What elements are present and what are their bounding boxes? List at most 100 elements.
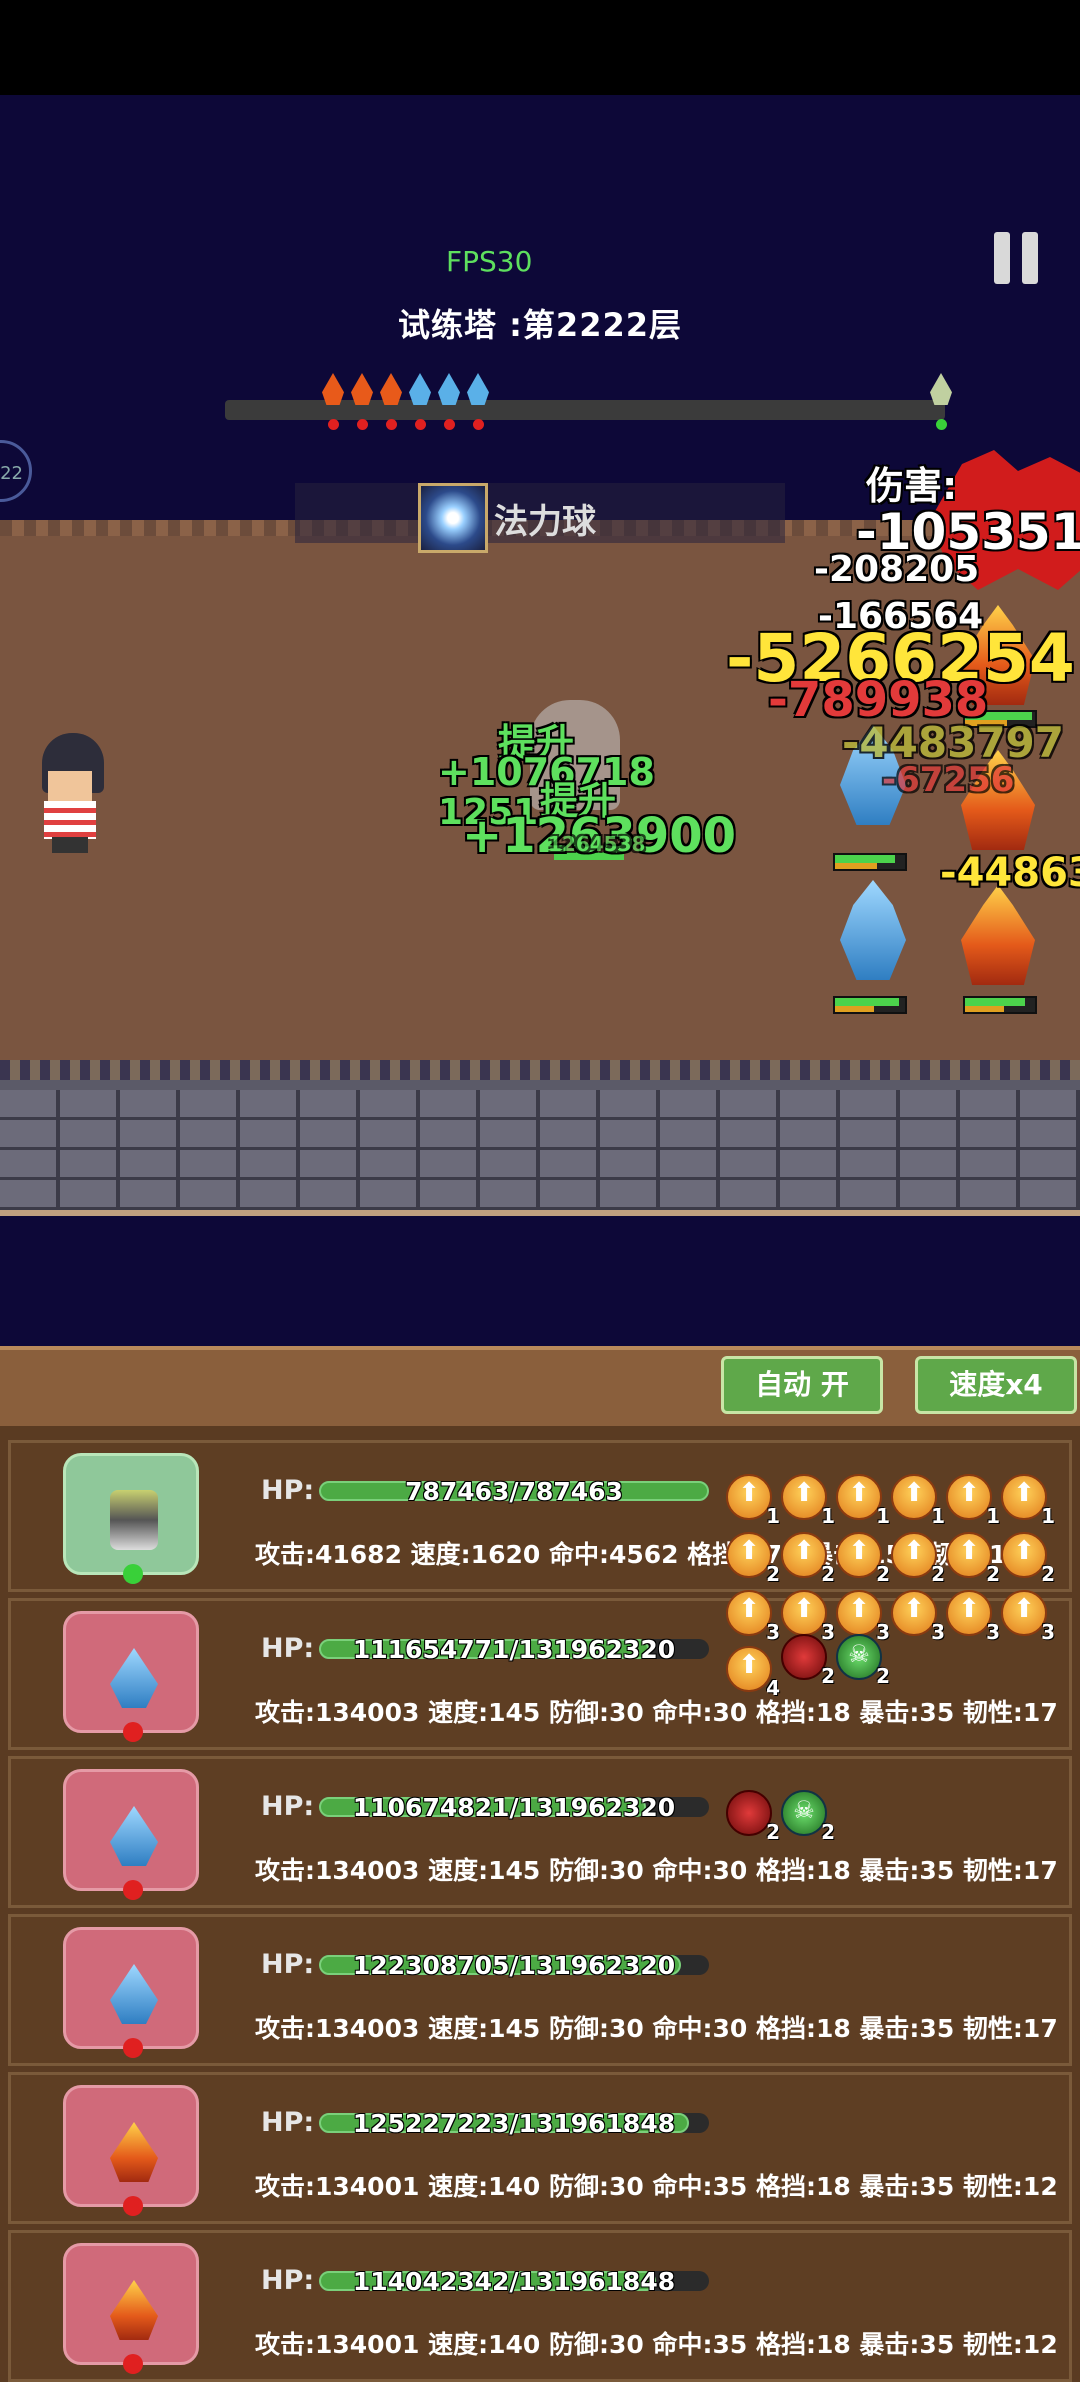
enemy-hp-bar: [833, 853, 907, 871]
unit-portrait[interactable]: [63, 2085, 199, 2216]
attack-up-buff-icon: 2: [726, 1532, 780, 1586]
heal-number: 1264538: [548, 832, 646, 856]
attack-up-buff-icon: 1: [891, 1474, 945, 1528]
unit-row[interactable]: HP: 110674821/131962320 攻击:134003 速度:145 防…: [8, 1756, 1072, 1908]
lower-background: [0, 1216, 1080, 1346]
hp-label: HP:: [261, 1633, 315, 1664]
attack-up-buff-icon: 2: [946, 1532, 1000, 1586]
buff-stack-count: 2: [1041, 1562, 1055, 1586]
hp-value: 122308705/131962320: [352, 1951, 676, 1980]
hp-value: 114042342/131961848: [352, 2267, 676, 2296]
hp-label: HP:: [261, 1475, 315, 1506]
buff-stack-count: 2: [821, 1820, 835, 1844]
bleed-debuff-icon: 2: [781, 1634, 835, 1688]
attack-up-buff-icon: 1: [726, 1474, 780, 1528]
wall-bricks: [0, 1090, 1080, 1210]
buff-stack-count: 3: [821, 1620, 835, 1644]
unit-portrait[interactable]: [63, 2243, 199, 2374]
buff-stack-count: 2: [766, 1562, 780, 1586]
unit-stats: 攻击:134003 速度:145 防御:30 命中:30 格挡:18 暴击:35…: [255, 1856, 1058, 1885]
buff-stack-count: 2: [821, 1562, 835, 1586]
buff-stack-count: 1: [1041, 1504, 1055, 1528]
buff-stack-count: 3: [986, 1620, 1000, 1644]
ice-marker-icon: [465, 369, 491, 430]
buff-stack-count: 1: [876, 1504, 890, 1528]
attack-up-buff-icon: 1: [781, 1474, 835, 1528]
attack-up-buff-icon: 3: [946, 1590, 1000, 1644]
attack-up-buff-icon: 2: [891, 1532, 945, 1586]
attack-up-buff-icon: 3: [836, 1590, 890, 1644]
hp-label: HP:: [261, 1791, 315, 1822]
damage-number: -44863: [940, 850, 1080, 896]
skill-name: 法力球: [494, 502, 596, 542]
buff-stack-count: 2: [931, 1562, 945, 1586]
fire-enemy-sprite: [953, 885, 1043, 995]
unit-portrait[interactable]: [63, 1611, 199, 1742]
status-dot: [123, 1564, 143, 1584]
buff-stack-count: 1: [766, 1504, 780, 1528]
attack-up-buff-icon: 2: [836, 1532, 890, 1586]
fire-marker-icon: [349, 369, 375, 430]
buff-stack-count: 1: [931, 1504, 945, 1528]
hp-label: HP:: [261, 1949, 315, 1980]
ice-marker-icon: [407, 369, 433, 430]
buff-stack-count: 2: [821, 1664, 835, 1688]
unit-row[interactable]: HP: 122308705/131962320 攻击:134003 速度:145 防…: [8, 1914, 1072, 2066]
damage-number: -67256: [882, 760, 1015, 800]
ice-enemy-sprite: [828, 880, 918, 990]
poison-debuff-icon: 2: [836, 1634, 890, 1688]
buff-stack-count: 3: [766, 1620, 780, 1644]
pause-icon: [994, 232, 1010, 284]
buff-stack-count: 4: [766, 1676, 780, 1700]
damage-label: 伤害:: [866, 464, 958, 508]
buff-stack-count: 1: [986, 1504, 1000, 1528]
attack-up-buff-icon: 3: [781, 1590, 835, 1644]
fire-marker-icon: [378, 369, 404, 430]
pause-button[interactable]: [994, 232, 1040, 284]
unit-portrait[interactable]: [63, 1769, 199, 1900]
unit-portrait[interactable]: [63, 1453, 199, 1584]
hp-value: 125227223/131961848: [352, 2109, 676, 2138]
attack-up-buff-icon: 4: [726, 1646, 780, 1700]
buff-stack-count: 3: [1041, 1620, 1055, 1644]
unit-row[interactable]: HP: 125227223/131961848 攻击:134001 速度:140 防…: [8, 2072, 1072, 2224]
damage-number: -208205: [814, 549, 980, 590]
unit-stats: 攻击:134003 速度:145 防御:30 命中:30 格挡:18 暴击:35…: [255, 2014, 1058, 2043]
speed-button[interactable]: 速度x4: [915, 1356, 1077, 1414]
buff-stack-count: 2: [876, 1562, 890, 1586]
enemy-hp-bar: [963, 996, 1037, 1014]
ice-marker-icon: [436, 369, 462, 430]
buff-stack-count: 2: [766, 1820, 780, 1844]
attack-up-buff-icon: 3: [1001, 1590, 1055, 1644]
unit-portrait[interactable]: [63, 1927, 199, 2058]
hp-label: HP:: [261, 2107, 315, 2138]
unit-stats: 攻击:134001 速度:140 防御:30 命中:35 格挡:18 暴击:35…: [255, 2330, 1058, 2359]
auto-battle-toggle[interactable]: 自动 开: [721, 1356, 883, 1414]
wall-top: [0, 1060, 1080, 1080]
mana-ball-skill-icon: [418, 483, 488, 553]
attack-up-buff-icon: 2: [1001, 1532, 1055, 1586]
buff-stack-count: 2: [876, 1664, 890, 1688]
hero-marker-icon: [928, 369, 954, 430]
status-dot: [123, 1880, 143, 1900]
hp-label: HP:: [261, 2265, 315, 2296]
hp-value: 787463/787463: [405, 1477, 623, 1506]
unit-stats: 攻击:134003 速度:145 防御:30 命中:30 格挡:18 暴击:35…: [255, 1698, 1058, 1727]
unit-stats: 攻击:134001 速度:140 防御:30 命中:35 格挡:18 暴击:35…: [255, 2172, 1058, 2201]
hp-value: 111654771/131962320: [352, 1635, 676, 1664]
attack-up-buff-icon: 3: [726, 1590, 780, 1644]
bleed-debuff-icon: 2: [726, 1790, 780, 1844]
attack-up-buff-icon: 2: [781, 1532, 835, 1586]
status-bar: [0, 0, 1080, 95]
buff-stack-count: 3: [931, 1620, 945, 1644]
unit-row[interactable]: HP: 114042342/131961848 攻击:134001 速度:140 防…: [8, 2230, 1072, 2382]
attack-up-buff-icon: 1: [946, 1474, 1000, 1528]
status-dot: [123, 2354, 143, 2374]
hp-value: 110674821/131962320: [352, 1793, 676, 1822]
enemy-hp-bar: [833, 996, 907, 1014]
status-dot: [123, 1722, 143, 1742]
stage-title: 试练塔 :第2222层: [397, 306, 682, 344]
status-dot: [123, 2038, 143, 2058]
status-dot: [123, 2196, 143, 2216]
buff-stack-count: 2: [986, 1562, 1000, 1586]
